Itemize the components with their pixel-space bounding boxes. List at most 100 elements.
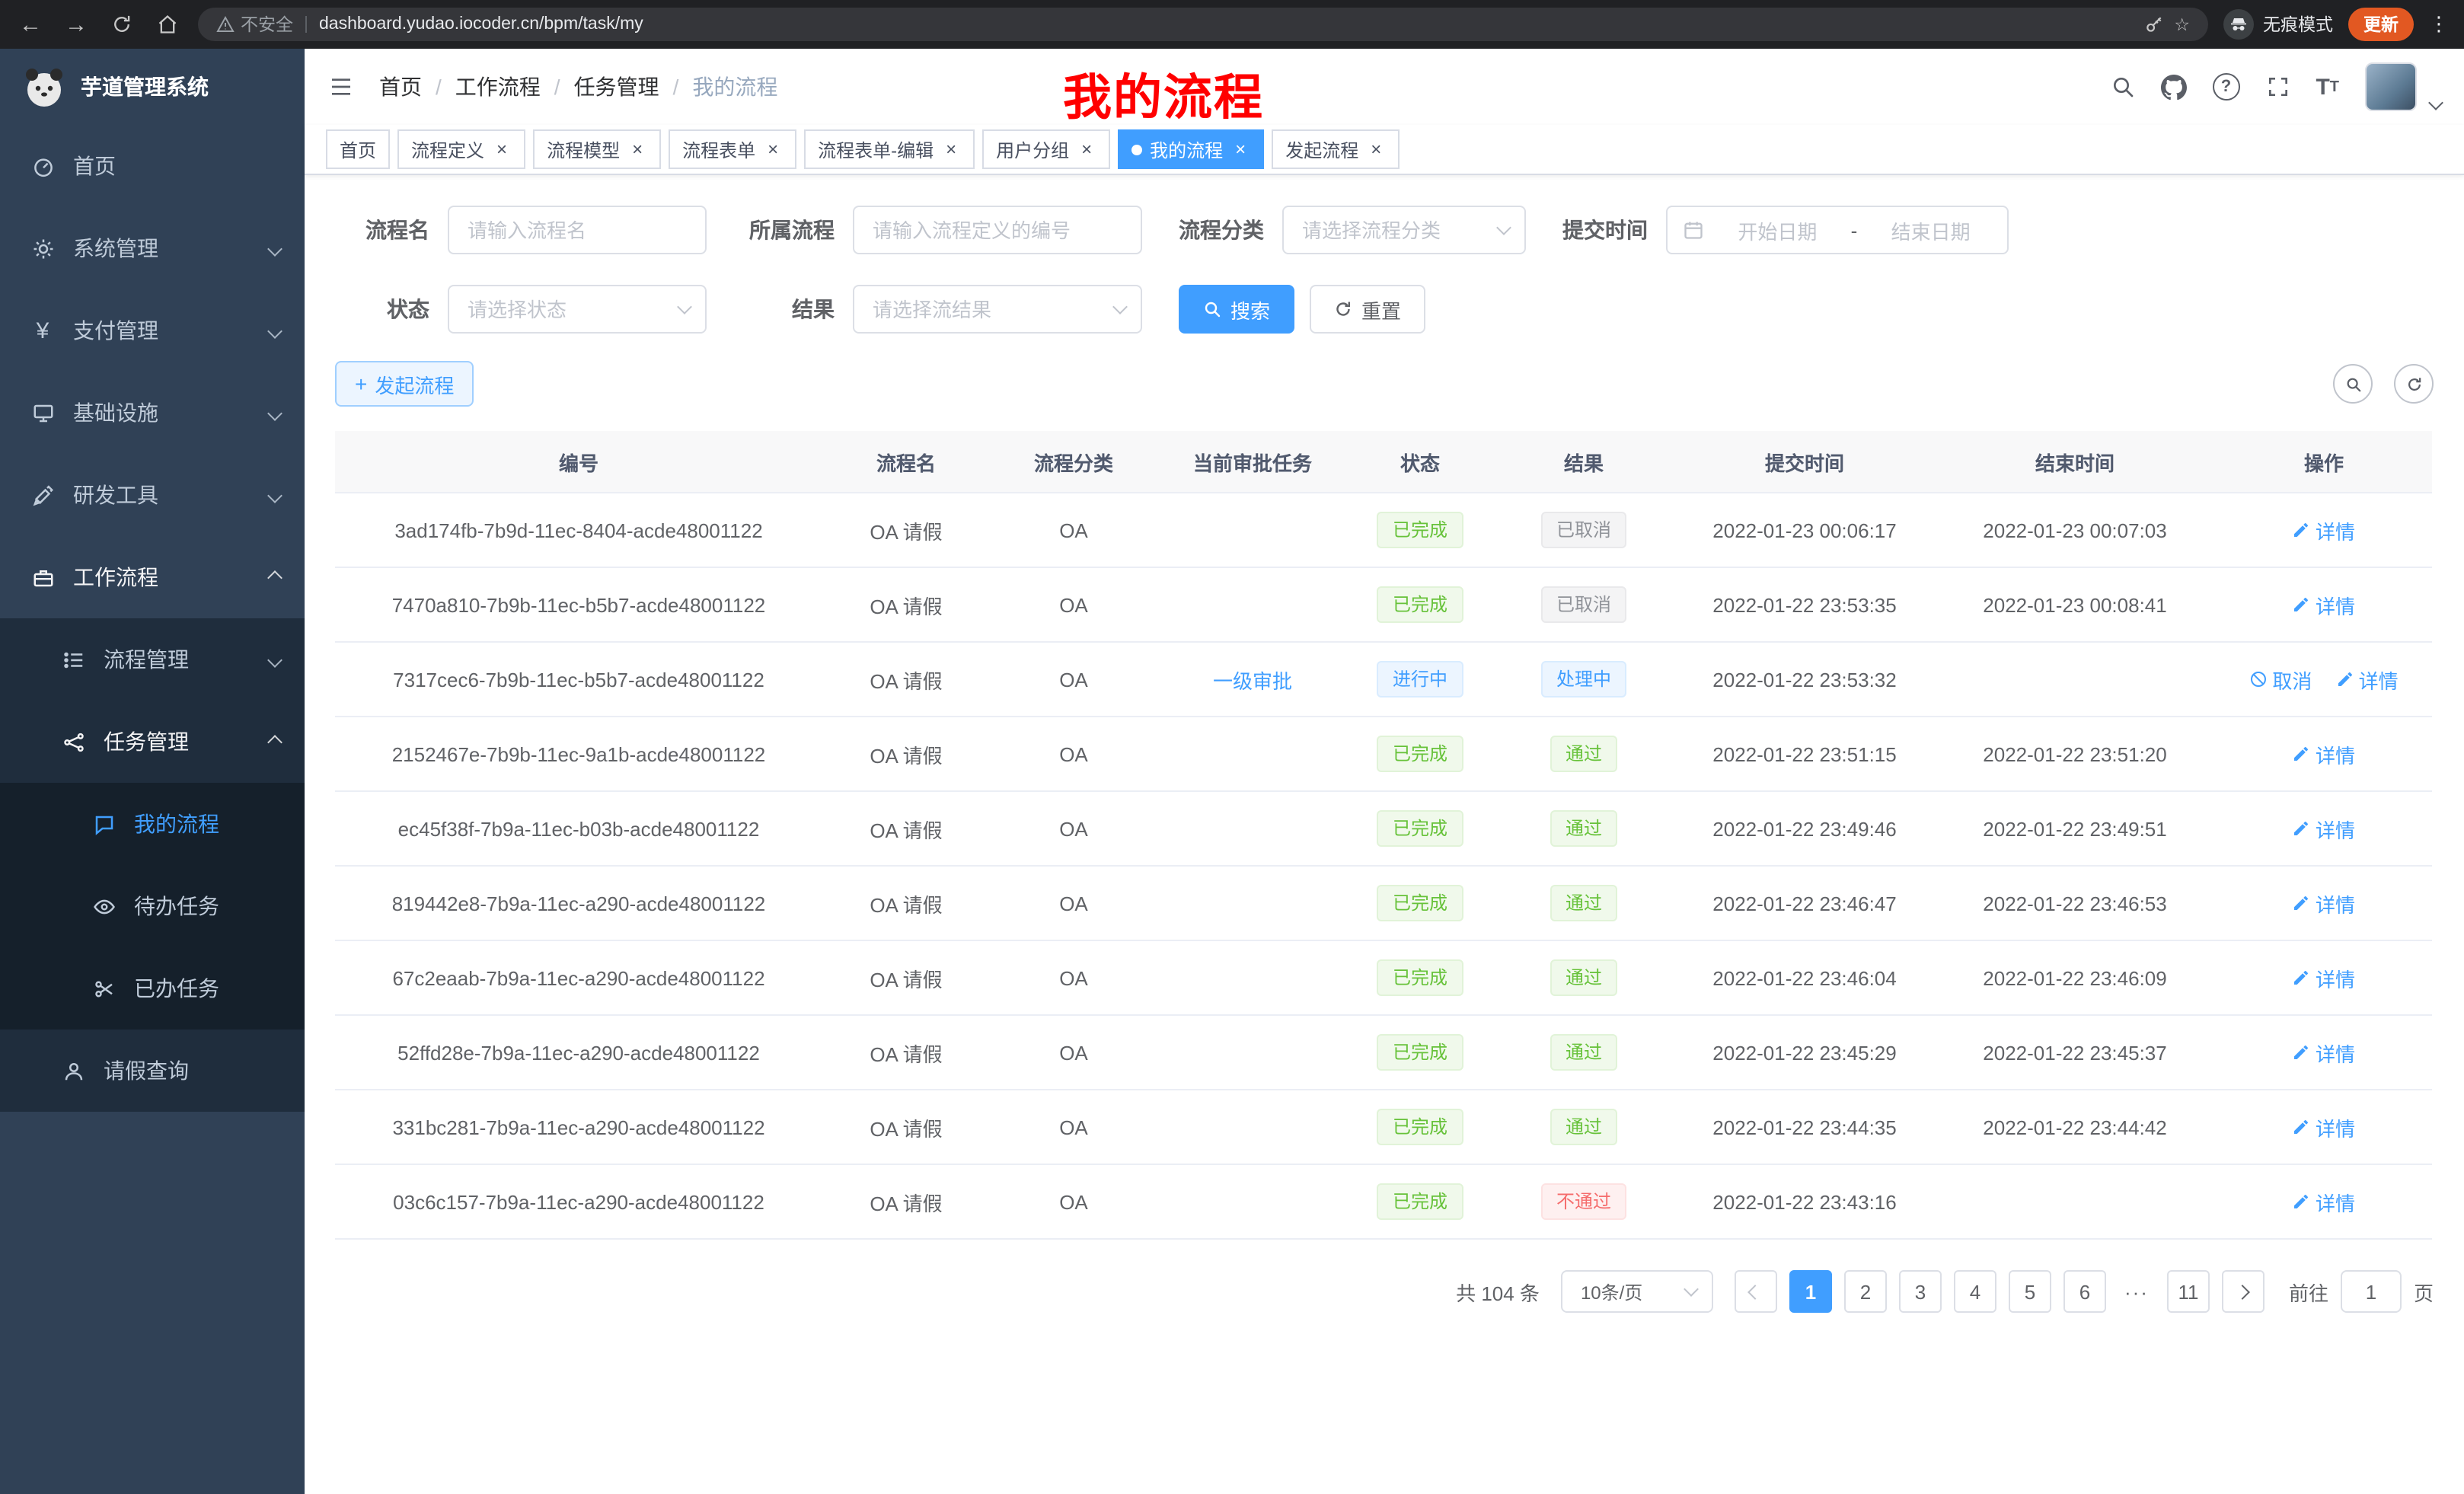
detail-button[interactable]: 详情 (2293, 1113, 2355, 1141)
current-task-link[interactable]: 一级审批 (1213, 669, 1292, 692)
close-icon[interactable]: × (941, 139, 961, 159)
page-button-3[interactable]: 3 (1899, 1270, 1942, 1313)
sidebar-item-payment[interactable]: ¥ 支付管理 (0, 289, 305, 372)
reload-icon[interactable] (107, 14, 137, 35)
tab-initiate-process[interactable]: 发起流程 × (1272, 129, 1400, 169)
bookmark-star-icon[interactable]: ☆ (2174, 14, 2190, 35)
start-date-placeholder[interactable]: 开始日期 (1716, 215, 1839, 244)
page-button-1[interactable]: 1 (1789, 1270, 1832, 1313)
avatar[interactable] (2365, 62, 2417, 111)
category-select-input[interactable] (1282, 206, 1526, 254)
show-search-icon[interactable] (2333, 364, 2373, 404)
detail-button[interactable]: 详情 (2293, 963, 2355, 992)
close-icon[interactable]: × (1077, 139, 1096, 159)
status-label: 状态 (335, 294, 429, 324)
address-bar[interactable]: 不安全 | dashboard.yudao.iocoder.cn/bpm/tas… (198, 8, 2208, 41)
not-secure-chip[interactable]: 不安全 (216, 12, 293, 37)
sidebar-item-leave-query[interactable]: 请假查询 (0, 1030, 305, 1112)
detail-button[interactable]: 详情 (2293, 1187, 2355, 1216)
page-button-11[interactable]: 11 (2167, 1270, 2210, 1313)
url-text[interactable]: dashboard.yudao.iocoder.cn/bpm/task/my (319, 15, 2133, 34)
sidebar-item-home[interactable]: 首页 (0, 125, 305, 207)
tab-process-model[interactable]: 流程模型 × (533, 129, 661, 169)
status-select-input[interactable] (448, 285, 707, 334)
avatar-caret-icon[interactable] (2428, 95, 2443, 110)
sidebar-item-task-management[interactable]: 任务管理 (0, 701, 305, 783)
reset-button[interactable]: 重置 (1310, 285, 1425, 334)
back-icon[interactable]: ← (15, 11, 46, 37)
hamburger-icon[interactable] (327, 75, 355, 99)
result-select[interactable] (853, 285, 1142, 334)
edit-icon (2293, 521, 2311, 539)
process-definition-input[interactable] (853, 206, 1142, 254)
date-range-picker[interactable]: 开始日期 - 结束日期 (1666, 206, 2009, 254)
detail-button[interactable]: 详情 (2293, 814, 2355, 843)
detail-button[interactable]: 详情 (2293, 590, 2355, 619)
tool-icon (30, 484, 55, 506)
detail-button[interactable]: 详情 (2293, 889, 2355, 918)
sidebar-item-done-tasks[interactable]: 已办任务 (0, 947, 305, 1030)
tab-process-form-edit[interactable]: 流程表单-编辑 × (804, 129, 975, 169)
detail-button[interactable]: 详情 (2293, 516, 2355, 544)
breadcrumb-home[interactable]: 首页 (379, 72, 422, 102)
detail-button[interactable]: 详情 (2293, 1038, 2355, 1067)
tab-my-process[interactable]: 我的流程 × (1118, 129, 1264, 169)
breadcrumb-workflow[interactable]: 工作流程 (455, 72, 541, 102)
home-icon[interactable] (152, 14, 183, 35)
tab-process-definition[interactable]: 流程定义 × (397, 129, 525, 169)
tab-user-group[interactable]: 用户分组 × (982, 129, 1110, 169)
refresh-table-icon[interactable] (2394, 364, 2434, 404)
submit-time: 2022-01-22 23:43:16 (1712, 1190, 1896, 1213)
prev-page-button[interactable] (1735, 1270, 1777, 1313)
result-badge: 处理中 (1541, 661, 1626, 698)
key-icon[interactable] (2143, 14, 2163, 34)
breadcrumb-task-management[interactable]: 任务管理 (574, 72, 659, 102)
cancel-button[interactable]: 取消 (2249, 665, 2312, 694)
github-icon[interactable] (2160, 74, 2186, 100)
page-button-4[interactable]: 4 (1954, 1270, 1996, 1313)
chevron-right-icon (2236, 1284, 2251, 1299)
close-icon[interactable]: × (1366, 139, 1386, 159)
goto-page-input[interactable] (2341, 1270, 2402, 1313)
update-button[interactable]: 更新 (2348, 8, 2414, 41)
fullscreen-icon[interactable] (2265, 75, 2290, 99)
sidebar-item-todo-tasks[interactable]: 待办任务 (0, 865, 305, 947)
sidebar-item-process-management[interactable]: 流程管理 (0, 618, 305, 701)
search-icon[interactable] (2110, 75, 2134, 99)
logo-avatar (21, 64, 67, 110)
detail-button[interactable]: 详情 (2293, 739, 2355, 768)
breadcrumb-separator: / (673, 75, 679, 99)
close-icon[interactable]: × (763, 139, 783, 159)
page-button-2[interactable]: 2 (1844, 1270, 1887, 1313)
page-size-select[interactable] (1561, 1270, 1713, 1313)
tab-home[interactable]: 首页 (326, 129, 390, 169)
process-category: OA (1059, 519, 1088, 541)
result-select-input[interactable] (853, 285, 1142, 334)
sidebar-item-infrastructure[interactable]: 基础设施 (0, 372, 305, 454)
page-button-6[interactable]: 6 (2063, 1270, 2106, 1313)
process-name-input[interactable] (448, 206, 707, 254)
browser-menu-icon[interactable]: ⋮ (2429, 12, 2449, 37)
font-size-icon[interactable]: TT (2316, 74, 2339, 100)
next-page-button[interactable] (2222, 1270, 2265, 1313)
close-icon[interactable]: × (627, 139, 647, 159)
close-icon[interactable]: × (492, 139, 512, 159)
forward-icon[interactable]: → (61, 11, 91, 37)
category-select[interactable] (1282, 206, 1526, 254)
help-icon[interactable]: ? (2212, 73, 2239, 101)
end-date-placeholder[interactable]: 结束日期 (1869, 215, 1992, 244)
chevron-up-icon (267, 734, 282, 749)
table-row: 3ad174fb-7b9d-11ec-8404-acde48001122 OA … (335, 493, 2432, 567)
sidebar-item-workflow[interactable]: 工作流程 (0, 536, 305, 618)
detail-button[interactable]: 详情 (2336, 665, 2399, 694)
tab-process-form[interactable]: 流程表单 × (669, 129, 796, 169)
initiate-process-button[interactable]: + 发起流程 (335, 361, 474, 407)
sidebar-item-devtools[interactable]: 研发工具 (0, 454, 305, 536)
search-button[interactable]: 搜索 (1179, 285, 1294, 334)
page-button-5[interactable]: 5 (2009, 1270, 2051, 1313)
more-pages-icon[interactable]: ··· (2118, 1280, 2155, 1303)
sidebar-item-system[interactable]: 系统管理 (0, 207, 305, 289)
close-icon[interactable]: × (1230, 139, 1250, 159)
sidebar-item-my-process[interactable]: 我的流程 (0, 783, 305, 865)
status-select[interactable] (448, 285, 707, 334)
